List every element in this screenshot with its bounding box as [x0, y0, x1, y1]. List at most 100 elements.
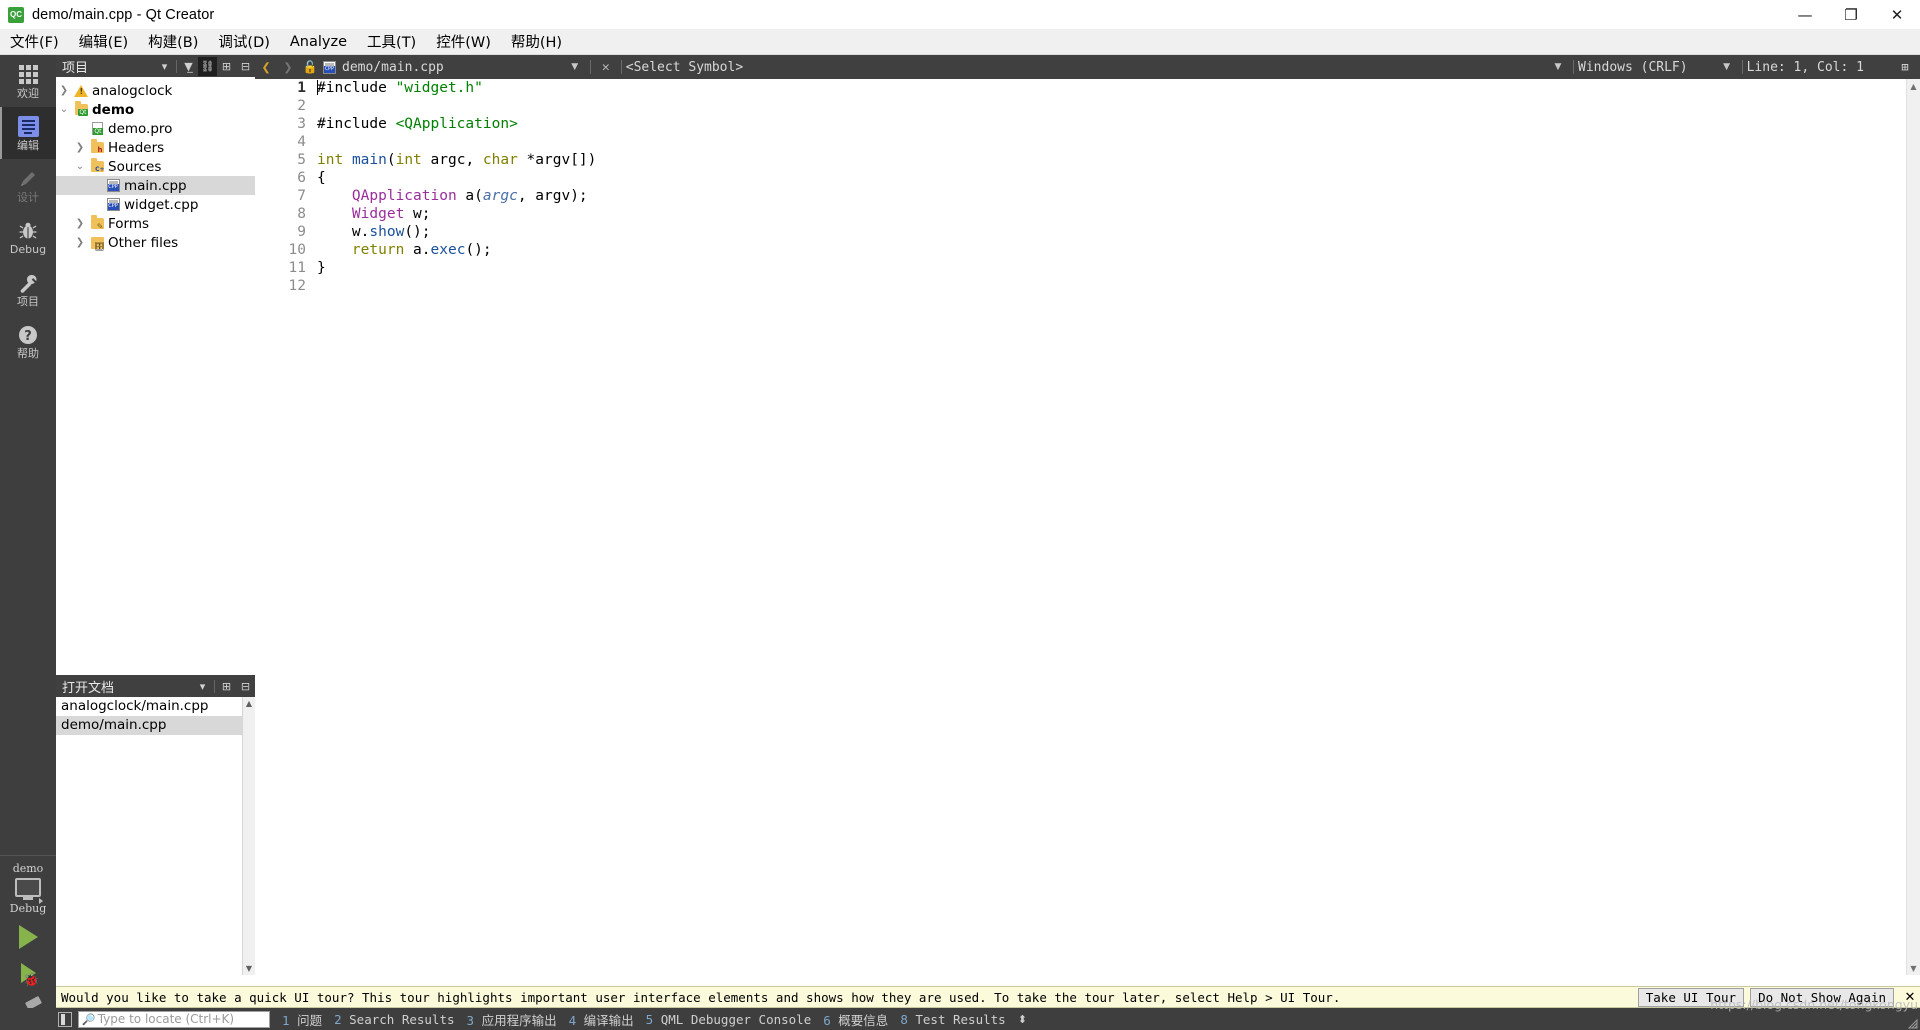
tree-item-main-cpp[interactable]: main.cpp	[56, 176, 255, 195]
panel-dropdown-icon[interactable]: ▾	[193, 677, 212, 696]
open-documents-header: 打开文档 ▾ ⊞ ⊟	[56, 675, 255, 697]
expand-arrow-icon[interactable]: ❯	[56, 85, 72, 96]
menu-help[interactable]: 帮助(H)	[501, 28, 572, 55]
open-documents-scrollbar[interactable]: ▲ ▼	[242, 697, 255, 975]
scroll-down-icon[interactable]: ▼	[1907, 961, 1920, 975]
locator-placeholder: Type to locate (Ctrl+K)	[97, 1012, 235, 1026]
tree-item-widget-cpp[interactable]: widget.cpp	[56, 195, 255, 214]
other-folder-icon	[88, 236, 106, 251]
editor-toolbar: ❮ ❯ 🔓 demo/main.cpp ▼ ✕ <Select Symbol> …	[255, 55, 1920, 79]
search-icon: 🔍	[82, 1012, 96, 1026]
editor-filename[interactable]: demo/main.cpp	[342, 60, 444, 75]
debug-button[interactable]: 🐞	[9, 960, 47, 986]
mode-design[interactable]: 设计	[0, 159, 56, 211]
minimize-button[interactable]: —	[1782, 0, 1828, 29]
kit-project-label: demo	[12, 862, 44, 875]
close-document-button[interactable]: ✕	[595, 56, 617, 78]
code-line: {	[317, 170, 326, 186]
collapse-arrow-icon[interactable]: ⌄	[56, 104, 72, 115]
output-pane-app-output[interactable]: 3 应用程序输出	[467, 1010, 557, 1029]
split-icon[interactable]: ⊞	[217, 57, 236, 76]
list-item[interactable]: demo/main.cpp	[56, 716, 255, 735]
output-pane-problems[interactable]: 1 问题	[282, 1010, 322, 1029]
line-ending-selector[interactable]: Windows (CRLF)	[1578, 60, 1688, 75]
kit-selector[interactable]: demo Debug	[0, 855, 56, 915]
grid-icon	[18, 63, 38, 87]
split-icon[interactable]: ⊞	[217, 677, 236, 696]
navigate-forward-button[interactable]: ❯	[277, 56, 299, 78]
split-editor-button[interactable]: ⊞	[1894, 56, 1916, 78]
cursor-position[interactable]: Line: 1, Col: 1	[1747, 60, 1864, 75]
tree-item-forms[interactable]: ❯ Forms	[56, 214, 255, 233]
project-tree: ❯ analogclock ⌄ demo demo.pro ❯ Headers …	[56, 77, 255, 252]
menu-file[interactable]: 文件(F)	[0, 28, 69, 55]
mode-debug[interactable]: Debug	[0, 211, 56, 263]
link-icon[interactable]: ⛓	[198, 56, 217, 76]
project-panel-header: 项目 ▾ ▼̲ ⛓ ⊞ ⊟	[56, 55, 255, 77]
menu-window[interactable]: 控件(W)	[426, 28, 501, 55]
output-pane-test-results[interactable]: 8 Test Results	[900, 1012, 1005, 1027]
tree-item-analogclock[interactable]: ❯ analogclock	[56, 81, 255, 100]
output-pane-search-results[interactable]: 2 Search Results	[334, 1012, 454, 1027]
resize-grip[interactable]	[1906, 1016, 1918, 1029]
wrench-icon	[17, 271, 39, 295]
search-input[interactable]: 🔍 Type to locate (Ctrl+K)	[78, 1010, 270, 1028]
code-editor[interactable]: 1 2 3 4 5 6 7 8 9 10 11 12 #include "wid…	[255, 79, 1920, 975]
chevron-down-icon[interactable]: ▼	[564, 56, 586, 78]
tree-item-other-files[interactable]: ❯ Other files	[56, 233, 255, 252]
sidebar-toggle-icon[interactable]	[58, 1011, 72, 1027]
forms-folder-icon	[88, 215, 106, 231]
minimize-icon[interactable]: ⊟	[236, 57, 255, 76]
ui-tour-banner: Would you like to take a quick UI tour? …	[56, 986, 1920, 1008]
output-pane-compile-output[interactable]: 4 编译输出	[569, 1010, 634, 1029]
filter-icon[interactable]: ▼̲	[179, 57, 198, 76]
menu-tools[interactable]: 工具(T)	[357, 28, 426, 55]
mode-projects[interactable]: 项目	[0, 263, 56, 315]
collapse-arrow-icon[interactable]: ⌄	[72, 161, 88, 172]
tree-item-demo[interactable]: ⌄ demo	[56, 100, 255, 119]
run-button[interactable]	[9, 924, 47, 950]
tree-item-headers[interactable]: ❯ Headers	[56, 138, 255, 157]
menu-analyze[interactable]: Analyze	[280, 31, 357, 53]
output-pane-overview[interactable]: 6 概要信息	[823, 1010, 888, 1029]
close-button[interactable]: ✕	[1874, 0, 1920, 29]
editor-vertical-scrollbar[interactable]: ▲ ▼	[1906, 79, 1920, 975]
symbol-selector[interactable]: <Select Symbol>	[626, 60, 743, 75]
maximize-button[interactable]: ❐	[1828, 0, 1874, 29]
scroll-down-icon[interactable]: ▼	[243, 962, 255, 975]
line-number: 10	[288, 242, 306, 258]
tree-item-demo-pro[interactable]: demo.pro	[56, 119, 255, 138]
output-pane-qml-debugger[interactable]: 5 QML Debugger Console	[646, 1012, 812, 1027]
mode-edit[interactable]: 编辑	[0, 107, 56, 159]
expand-arrow-icon[interactable]: ❯	[72, 237, 88, 248]
minimize-icon[interactable]: ⊟	[236, 677, 255, 696]
tree-item-label: Headers	[108, 139, 165, 156]
menu-edit[interactable]: 编辑(E)	[69, 28, 138, 55]
up-down-arrow-icon[interactable]: ⬍	[1018, 1013, 1027, 1026]
expand-arrow-icon[interactable]: ❯	[72, 142, 88, 153]
h-folder-icon	[88, 139, 106, 154]
code-content[interactable]: #include "widget.h" #include <QApplicati…	[317, 79, 1920, 975]
mode-welcome[interactable]: 欢迎	[0, 55, 56, 107]
mode-help[interactable]: ? 帮助	[0, 315, 56, 367]
scroll-up-icon[interactable]: ▲	[243, 697, 255, 710]
tree-item-sources[interactable]: ⌄ Sources	[56, 157, 255, 176]
chevron-down-icon[interactable]: ▼	[1716, 56, 1738, 78]
qt-creator-window: QC demo/main.cpp - Qt Creator — ❐ ✕ 文件(F…	[0, 0, 1920, 1030]
chevron-down-icon[interactable]: ▼	[1547, 56, 1569, 78]
panel-dropdown-icon[interactable]: ▾	[155, 57, 174, 76]
menu-build[interactable]: 构建(B)	[138, 28, 208, 55]
expand-arrow-icon[interactable]: ❯	[72, 218, 88, 229]
cpp-file-icon	[104, 198, 122, 211]
title-bar: QC demo/main.cpp - Qt Creator — ❐ ✕	[0, 0, 1920, 29]
list-item[interactable]: analogclock/main.cpp	[56, 697, 255, 716]
code-line: Widget w;	[351, 206, 431, 222]
code-line: w.show();	[317, 224, 431, 240]
scroll-up-icon[interactable]: ▲	[1907, 79, 1920, 93]
unlock-icon[interactable]: 🔓	[299, 56, 321, 78]
menu-debug[interactable]: 调试(D)	[208, 28, 279, 55]
line-number: 2	[297, 98, 306, 114]
navigate-back-button[interactable]: ❮	[255, 56, 277, 78]
tree-item-label: main.cpp	[124, 177, 187, 194]
status-bar: 🔍 Type to locate (Ctrl+K) 1 问题 2 Search …	[0, 1008, 1920, 1030]
